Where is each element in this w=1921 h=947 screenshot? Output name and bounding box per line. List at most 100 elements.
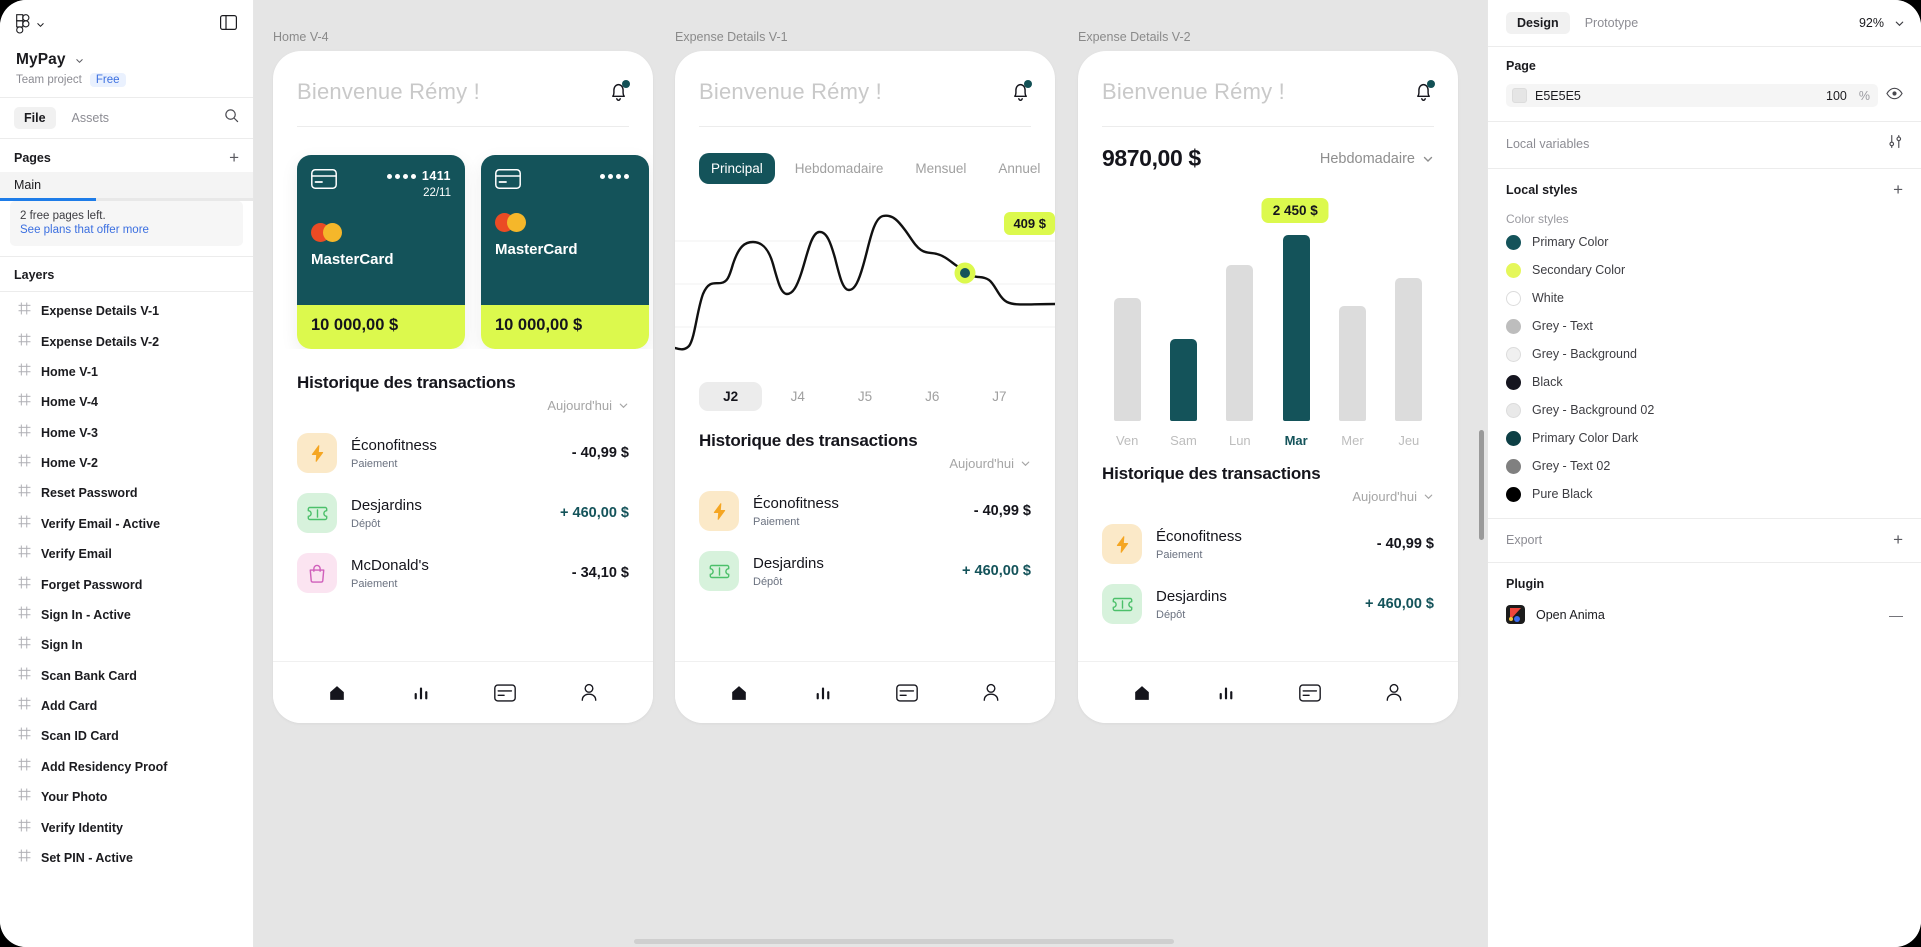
layer-item[interactable]: Expense Details V-1 — [0, 296, 253, 326]
remove-plugin-button[interactable]: — — [1889, 607, 1903, 623]
nav-cards-button[interactable] — [1290, 673, 1330, 713]
layer-item[interactable]: Scan Bank Card — [0, 661, 253, 691]
layer-item[interactable]: Verify Email — [0, 539, 253, 569]
layer-item[interactable]: Your Photo — [0, 782, 253, 812]
bar-column[interactable]: Mar — [1273, 228, 1319, 448]
transaction-row[interactable]: Éconofitness Paiement - 40,99 $ — [699, 481, 1031, 541]
transactions-filter[interactable]: Aujourd'hui — [297, 398, 629, 413]
transaction-row[interactable]: Éconofitness Paiement - 40,99 $ — [297, 423, 629, 483]
tab-prototype[interactable]: Prototype — [1574, 12, 1650, 34]
page-color-swatch[interactable] — [1512, 88, 1527, 103]
nav-home-button[interactable] — [317, 673, 357, 713]
figma-canvas[interactable]: Home V-4 Bienvenue Rémy ! 1411 22/11 Mas… — [254, 0, 1487, 947]
page-item-main[interactable]: Main — [0, 172, 253, 198]
layer-item[interactable]: Sign In — [0, 630, 253, 660]
tab-design[interactable]: Design — [1506, 12, 1570, 34]
plugin-item-open-anima[interactable]: Open Anima — — [1488, 597, 1921, 632]
canvas-vertical-scrollbar[interactable] — [1479, 430, 1484, 540]
notification-button[interactable] — [1413, 80, 1435, 108]
layer-item[interactable]: Forget Password — [0, 569, 253, 599]
color-style-item[interactable]: Grey - Background 02 — [1488, 396, 1921, 424]
artboard-label[interactable]: Expense Details V-2 — [1078, 30, 1458, 44]
color-style-item[interactable]: Secondary Color — [1488, 256, 1921, 284]
nav-stats-button[interactable] — [803, 673, 843, 713]
bar-column[interactable]: Jeu — [1386, 228, 1432, 448]
zoom-control[interactable]: 92% — [1859, 16, 1905, 30]
toggle-panel-button[interactable] — [220, 14, 238, 35]
bar-column[interactable]: Mer — [1329, 228, 1375, 448]
layer-item[interactable]: Reset Password — [0, 478, 253, 508]
color-style-item[interactable]: Black — [1488, 368, 1921, 396]
layer-item[interactable]: Verify Identity — [0, 812, 253, 842]
bar-column[interactable]: Ven — [1104, 228, 1150, 448]
plan-badge[interactable]: Free — [89, 73, 126, 87]
project-name-row[interactable]: MyPay — [16, 51, 237, 69]
transactions-filter[interactable]: Aujourd'hui — [1102, 489, 1434, 504]
layer-item[interactable]: Sign In - Active — [0, 600, 253, 630]
page-fill-hex[interactable]: E5E5E5 — [1535, 89, 1818, 103]
nav-cards-button[interactable] — [887, 673, 927, 713]
day-chip[interactable]: J6 — [901, 382, 964, 411]
search-button[interactable] — [224, 108, 239, 128]
period-chip[interactable]: Annuel — [986, 153, 1052, 184]
variables-settings-button[interactable] — [1888, 134, 1903, 154]
period-dropdown[interactable]: Hebdomadaire — [1320, 151, 1434, 167]
nav-home-button[interactable] — [719, 673, 759, 713]
add-page-button[interactable]: + — [229, 149, 239, 166]
layer-item[interactable]: Add Residency Proof — [0, 752, 253, 782]
bar-column[interactable]: Lun — [1217, 228, 1263, 448]
figma-menu-button[interactable] — [16, 14, 45, 35]
color-style-item[interactable]: Grey - Text — [1488, 312, 1921, 340]
bank-cards-carousel[interactable]: 1411 22/11 MasterCard 10 000,00 $ Master… — [273, 127, 653, 349]
bank-card[interactable]: 1411 22/11 MasterCard 10 000,00 $ — [297, 155, 465, 349]
notification-button[interactable] — [1010, 80, 1032, 108]
period-chip[interactable]: Mensuel — [903, 153, 978, 184]
period-chip[interactable]: Hebdomadaire — [783, 153, 896, 184]
notification-button[interactable] — [608, 80, 630, 108]
page-fill-field[interactable]: E5E5E5 100 % — [1506, 84, 1878, 107]
visibility-toggle-button[interactable] — [1886, 87, 1903, 105]
day-chip[interactable]: J7 — [968, 382, 1031, 411]
layer-item[interactable]: Home V-2 — [0, 448, 253, 478]
color-style-item[interactable]: Pure Black — [1488, 480, 1921, 508]
day-chip[interactable]: J2 — [699, 382, 763, 411]
canvas-horizontal-scrollbar[interactable] — [634, 939, 1174, 944]
layer-item[interactable]: Expense Details V-2 — [0, 326, 253, 356]
day-chip[interactable]: J4 — [766, 382, 829, 411]
add-export-button[interactable]: + — [1893, 531, 1903, 548]
nav-profile-button[interactable] — [971, 673, 1011, 713]
transaction-row[interactable]: McDonald's Paiement - 34,10 $ — [297, 543, 629, 603]
layer-item[interactable]: Set PIN - Active — [0, 843, 253, 873]
local-variables-section[interactable]: Local variables — [1488, 122, 1921, 169]
artboard-label[interactable]: Expense Details V-1 — [675, 30, 1055, 44]
transaction-row[interactable]: Éconofitness Paiement - 40,99 $ — [1102, 514, 1434, 574]
transaction-row[interactable]: Desjardins Dépôt + 460,00 $ — [1102, 574, 1434, 634]
color-style-item[interactable]: Grey - Text 02 — [1488, 452, 1921, 480]
day-chip[interactable]: J5 — [833, 382, 896, 411]
color-style-item[interactable]: Primary Color Dark — [1488, 424, 1921, 452]
bank-card[interactable]: MasterCard 10 000,00 $ — [481, 155, 649, 349]
artboard-label[interactable]: Home V-4 — [273, 30, 653, 44]
nav-profile-button[interactable] — [569, 673, 609, 713]
nav-cards-button[interactable] — [485, 673, 525, 713]
bar-column[interactable]: Sam — [1160, 228, 1206, 448]
tab-file[interactable]: File — [14, 107, 56, 129]
tab-assets[interactable]: Assets — [62, 107, 120, 129]
nav-profile-button[interactable] — [1374, 673, 1414, 713]
color-style-item[interactable]: Primary Color — [1488, 228, 1921, 256]
add-style-button[interactable]: + — [1893, 181, 1903, 198]
transaction-row[interactable]: Desjardins Dépôt + 460,00 $ — [297, 483, 629, 543]
layer-item[interactable]: Add Card — [0, 691, 253, 721]
color-style-item[interactable]: Grey - Background — [1488, 340, 1921, 368]
layer-item[interactable]: Home V-1 — [0, 357, 253, 387]
nav-stats-button[interactable] — [1206, 673, 1246, 713]
nav-home-button[interactable] — [1122, 673, 1162, 713]
see-plans-link[interactable]: See plans that offer more — [20, 224, 233, 236]
page-fill-opacity[interactable]: 100 — [1826, 89, 1847, 103]
layer-item[interactable]: Scan ID Card — [0, 721, 253, 751]
transaction-row[interactable]: Desjardins Dépôt + 460,00 $ — [699, 541, 1031, 601]
layer-item[interactable]: Home V-4 — [0, 387, 253, 417]
nav-stats-button[interactable] — [401, 673, 441, 713]
color-style-item[interactable]: White — [1488, 284, 1921, 312]
transactions-filter[interactable]: Aujourd'hui — [699, 456, 1031, 471]
